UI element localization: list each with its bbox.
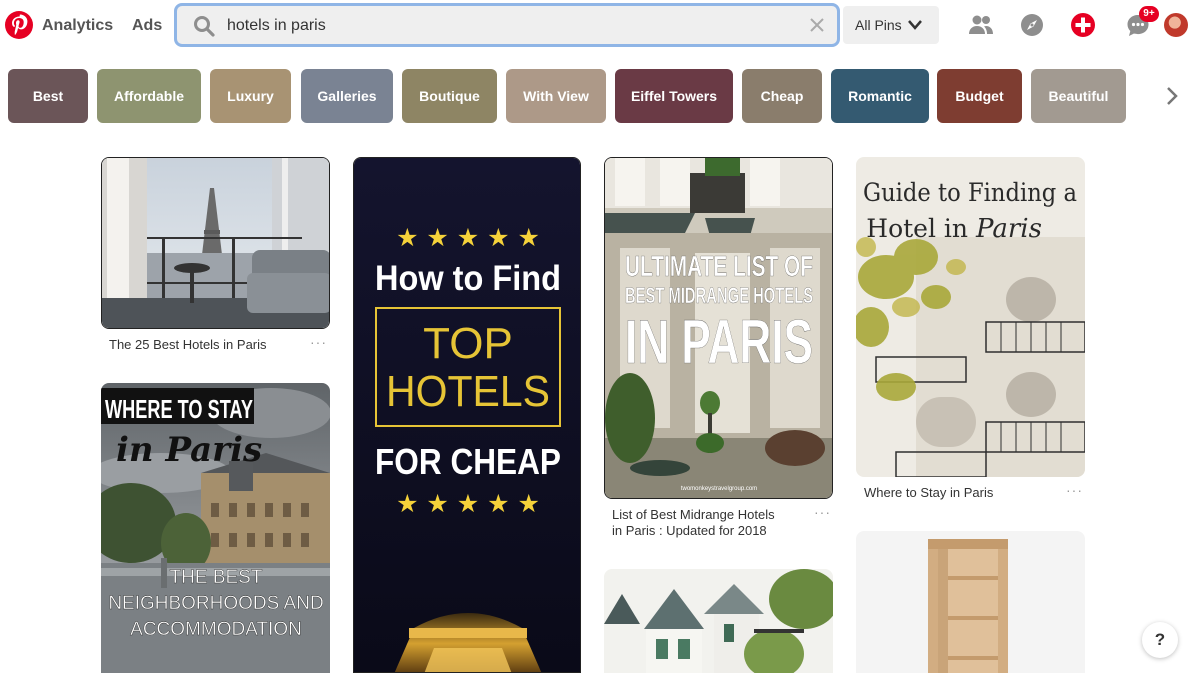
- pin-image-bookshelf[interactable]: [856, 531, 1085, 673]
- pin-image-find-hotels[interactable]: ★ ★ ★ ★ ★ How to Find TOP HOTELS FOR CHE…: [353, 157, 581, 673]
- search-guides-bar: Best Affordable Luxury Galleries Boutique Wit…: [0, 68, 1200, 124]
- pin-overlay-line: NEIGHBORHOODS AND: [108, 593, 323, 614]
- guide-chip-galleries[interactable]: Galleries: [301, 69, 393, 123]
- top-header: Analytics Ads All Pins: [0, 0, 1200, 56]
- pin-headline: ULTIMATE LIST OF: [625, 251, 813, 283]
- pin-source: twomonkeystravelgroup.com: [681, 486, 757, 492]
- chevron-down-icon: [908, 20, 922, 30]
- more-options-icon[interactable]: ···: [310, 334, 327, 350]
- search-scope-dropdown[interactable]: All Pins: [843, 6, 939, 44]
- pin-image-balcony[interactable]: [101, 157, 330, 329]
- guide-chip-luxury[interactable]: Luxury: [210, 69, 291, 123]
- pin-script-text: Paris: [975, 214, 1042, 244]
- guide-chip-eiffel-towers[interactable]: Eiffel Towers: [615, 69, 733, 123]
- guide-chip-best[interactable]: Best: [8, 69, 88, 123]
- guide-chip-cheap[interactable]: Cheap: [742, 69, 822, 123]
- pin-image-where-to-stay[interactable]: WHERE TO STAY in Paris THE BEST NEIGHBOR…: [101, 383, 330, 673]
- pin-caption[interactable]: The 25 Best Hotels in Paris: [109, 337, 267, 353]
- pin-headline: IN PARIS: [625, 308, 813, 377]
- guide-chip-boutique[interactable]: Boutique: [402, 69, 497, 123]
- pin-headline: Guide to Finding a: [863, 178, 1077, 207]
- pin-image-guide-paris[interactable]: Guide to Finding a Hotel in Paris: [856, 157, 1085, 477]
- add-pin-icon[interactable]: [1070, 12, 1096, 38]
- more-options-icon[interactable]: ···: [1066, 482, 1083, 498]
- pin-caption[interactable]: Where to Stay in Paris: [864, 485, 993, 501]
- guide-chip-romantic[interactable]: Romantic: [831, 69, 929, 123]
- nav-analytics[interactable]: Analytics: [42, 17, 113, 35]
- help-button[interactable]: ?: [1142, 622, 1178, 658]
- pin-headline: How to Find: [375, 259, 561, 298]
- nav-ads[interactable]: Ads: [132, 17, 162, 35]
- compass-icon[interactable]: [1019, 12, 1045, 38]
- pin-headline: Hotel in: [866, 214, 968, 243]
- pin-script-text: in Paris: [116, 430, 262, 470]
- pin-overlay-line: THE BEST: [170, 567, 263, 588]
- pin-stars: ★ ★ ★ ★ ★: [396, 489, 540, 518]
- pin-box-text: HOTELS: [386, 367, 550, 416]
- pin-image-midrange-hotels[interactable]: ULTIMATE LIST OF BEST MIDRANGE HOTELS IN…: [604, 157, 833, 499]
- pin-headline: FOR CHEAP: [375, 441, 561, 482]
- guide-chip-beautiful[interactable]: Beautiful: [1031, 69, 1126, 123]
- avatar[interactable]: [1164, 13, 1188, 37]
- pin-overlay-line: ACCOMMODATION: [130, 619, 302, 640]
- search-bar[interactable]: [174, 3, 840, 47]
- more-options-icon[interactable]: ···: [814, 504, 831, 520]
- people-icon[interactable]: [968, 12, 994, 38]
- search-icon: [194, 16, 215, 37]
- pin-image-houses[interactable]: [604, 569, 833, 673]
- guide-chip-budget[interactable]: Budget: [937, 69, 1022, 123]
- pin-headline: BEST MIDRANGE HOTELS: [625, 283, 813, 308]
- search-input[interactable]: [227, 16, 787, 36]
- pinterest-logo[interactable]: [5, 11, 33, 39]
- pin-stars: ★ ★ ★ ★ ★: [396, 223, 540, 252]
- pin-box-text: TOP: [423, 319, 513, 368]
- pin-caption-line: in Paris : Updated for 2018: [612, 523, 767, 538]
- pin-caption-line: List of Best Midrange Hotels: [612, 507, 775, 522]
- clear-icon[interactable]: [809, 17, 825, 33]
- search-scope-label: All Pins: [855, 17, 902, 33]
- pin-headline: WHERE TO STAY: [105, 394, 253, 424]
- notification-badge: 9+: [1139, 6, 1159, 22]
- guide-chip-with-view[interactable]: With View: [506, 69, 606, 123]
- pin-caption[interactable]: List of Best Midrange Hotels in Paris : …: [612, 507, 775, 539]
- chevron-right-icon[interactable]: [1164, 85, 1180, 107]
- guide-chip-affordable[interactable]: Affordable: [97, 69, 201, 123]
